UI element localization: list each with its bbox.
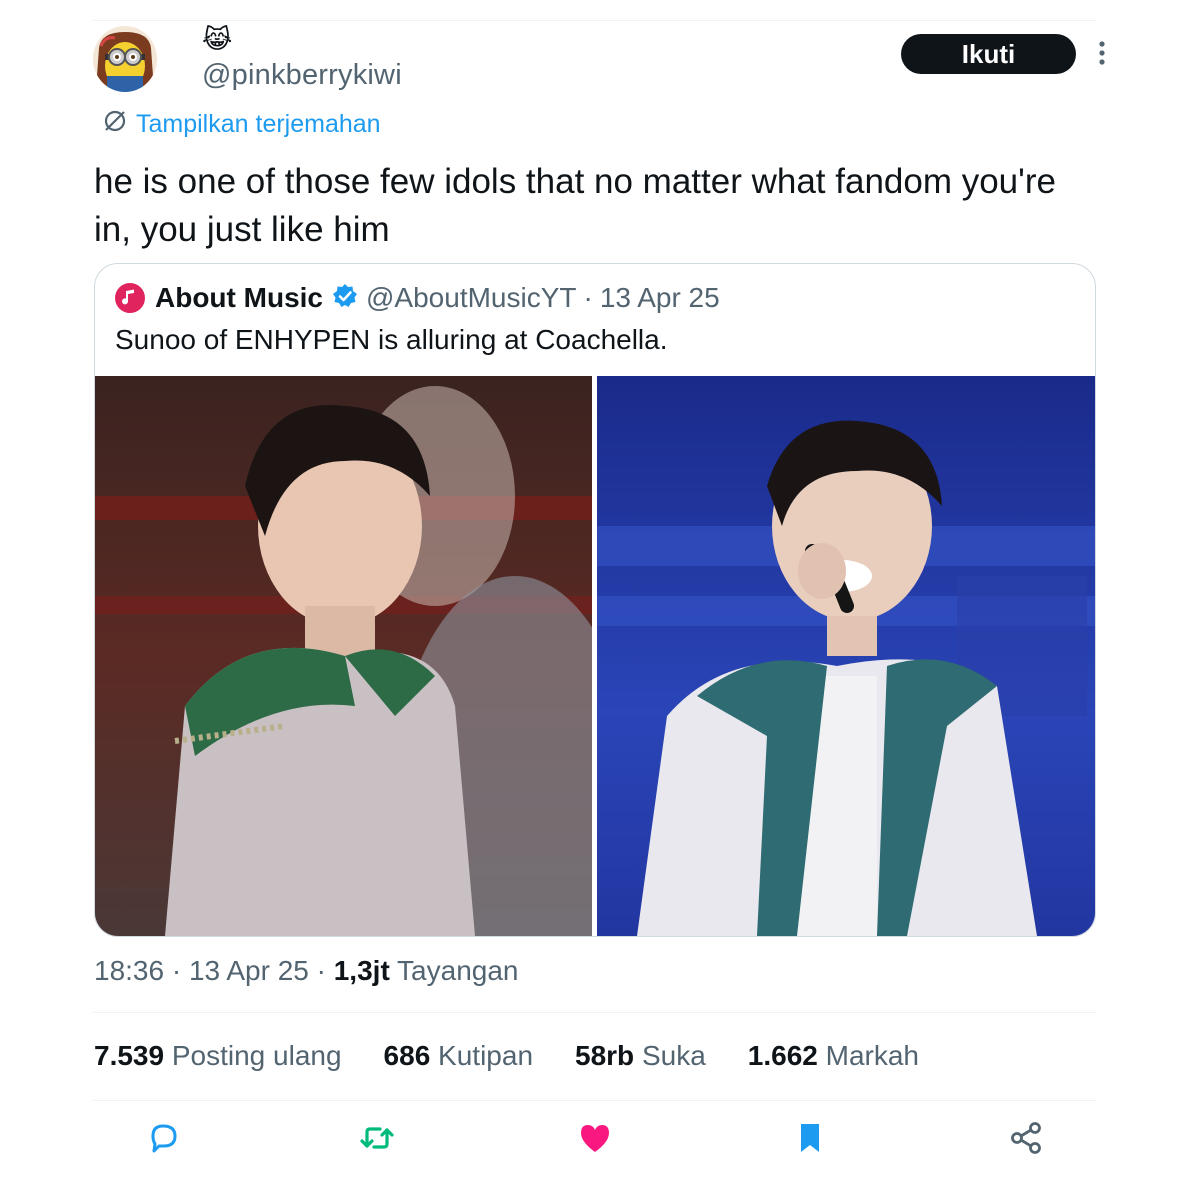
reply-icon[interactable] — [143, 1118, 183, 1158]
quote-image-right[interactable] — [597, 376, 1095, 936]
meta-separator: · — [316, 955, 334, 986]
bookmark-icon[interactable] — [790, 1118, 830, 1158]
repost-icon[interactable] — [357, 1118, 397, 1158]
share-icon[interactable] — [1006, 1118, 1046, 1158]
views-count: 1,3jt — [333, 955, 390, 986]
display-name-emoji: 😹 — [202, 24, 233, 54]
divider — [93, 1012, 1097, 1013]
reposts-stat[interactable]: 7.539 Posting ulang — [94, 1040, 342, 1072]
user-avatar[interactable] — [93, 26, 157, 92]
meta-separator: · — [171, 955, 189, 986]
top-divider — [93, 20, 1097, 21]
quote-text: Sunoo of ENHYPEN is alluring at Coachell… — [115, 324, 668, 355]
bookmarks-label: Markah — [825, 1040, 920, 1071]
heart-icon[interactable] — [575, 1118, 615, 1158]
divider — [93, 1100, 1097, 1101]
tweet-meta: 18:36 · 13 Apr 25 · 1,3jt Tayangan — [94, 955, 518, 987]
user-handle[interactable]: @pinkberrykiwi — [202, 59, 402, 92]
likes-count: 58rb — [575, 1040, 635, 1071]
show-translation-link[interactable]: Tampilkan terjemahan — [102, 108, 381, 141]
verified-badge-icon — [332, 283, 358, 314]
quote-header: About Music @AboutMusicYT · 13 Apr 25 — [115, 281, 720, 315]
bookmarks-stat[interactable]: 1.662 Markah — [748, 1040, 919, 1072]
quote-separator: · — [583, 282, 593, 313]
tweet-text: he is one of those few idols that no mat… — [94, 162, 1056, 249]
quote-author-handle[interactable]: @AboutMusicYT — [366, 282, 577, 314]
engagement-stats: 7.539 Posting ulang 686 Kutipan 58rb Suk… — [94, 1040, 961, 1072]
translate-label: Tampilkan terjemahan — [136, 110, 381, 138]
quote-image-left[interactable] — [95, 376, 592, 936]
tweet-date[interactable]: 13 Apr 25 — [189, 955, 309, 986]
quoted-tweet[interactable]: About Music @AboutMusicYT · 13 Apr 25 Su… — [94, 263, 1096, 937]
more-icon[interactable] — [1093, 38, 1111, 70]
quotes-count: 686 — [383, 1040, 431, 1071]
quotes-label: Kutipan — [438, 1040, 534, 1071]
translate-icon — [102, 108, 128, 141]
quote-author-name[interactable]: About Music — [155, 282, 323, 314]
quotes-stat[interactable]: 686 Kutipan — [384, 1040, 533, 1072]
reposts-label: Posting ulang — [171, 1040, 342, 1071]
follow-button[interactable]: Ikuti — [901, 34, 1076, 74]
quote-date[interactable]: 13 Apr 25 — [600, 282, 720, 314]
reposts-count: 7.539 — [94, 1040, 165, 1071]
likes-stat[interactable]: 58rb Suka — [575, 1040, 706, 1072]
quote-avatar[interactable] — [115, 283, 145, 313]
likes-label: Suka — [641, 1040, 706, 1071]
tweet-time[interactable]: 18:36 — [94, 955, 164, 986]
views-label: Tayangan — [397, 955, 519, 986]
bookmarks-count: 1.662 — [747, 1040, 818, 1071]
